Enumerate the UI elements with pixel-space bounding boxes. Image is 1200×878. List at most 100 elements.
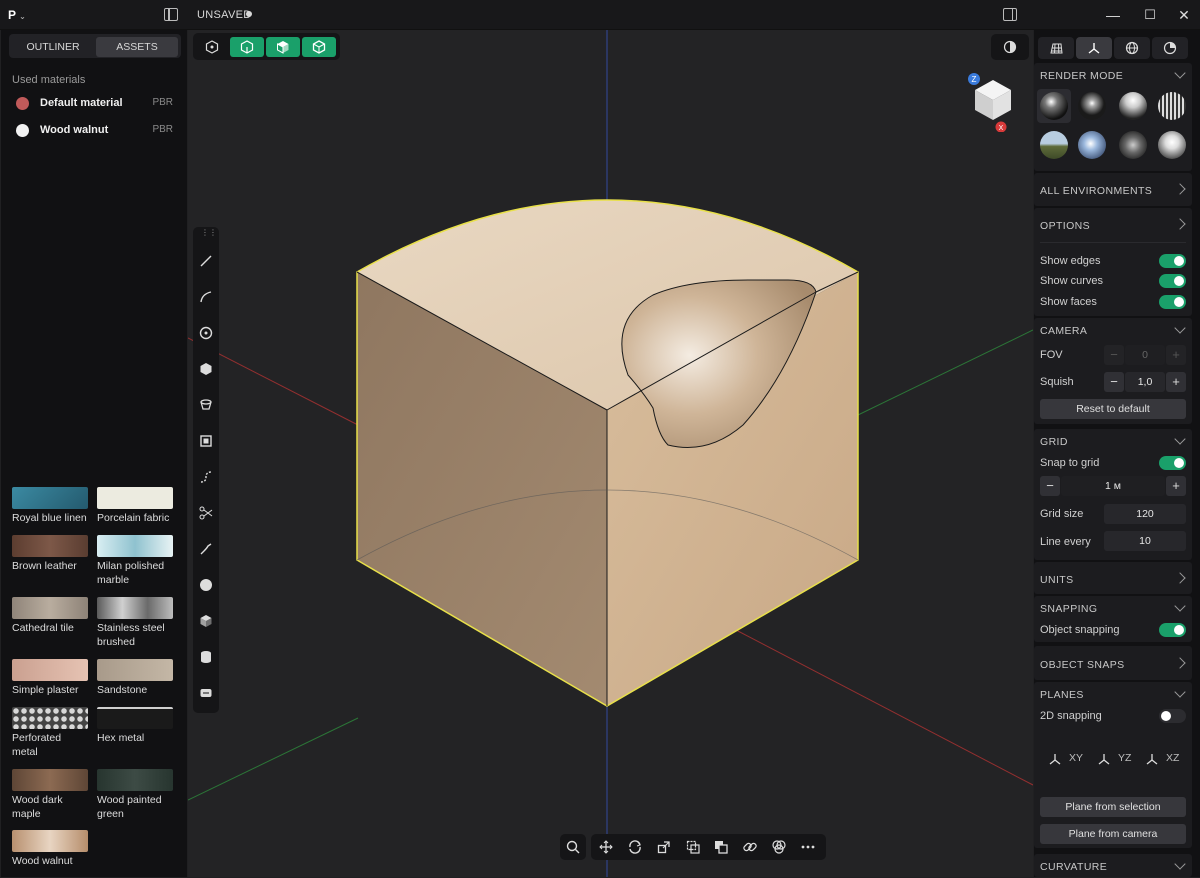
chevron-down-icon[interactable]	[1174, 686, 1186, 698]
close-window-button[interactable]: ✕	[1174, 6, 1194, 24]
yz-plane-icon[interactable]	[1097, 752, 1111, 766]
more-icon[interactable]	[800, 839, 816, 855]
asset-tile[interactable]: Hex metal	[97, 707, 173, 746]
fov-decrement-button[interactable]: −	[1104, 345, 1124, 365]
polygon-tool-icon[interactable]	[198, 361, 214, 377]
env-preset-button[interactable]	[1119, 92, 1147, 120]
units-row[interactable]: UNITS	[1034, 562, 1192, 594]
point-select-button[interactable]	[195, 37, 229, 57]
edge-select-button[interactable]	[230, 37, 264, 57]
asset-tile[interactable]: Perforated metal	[12, 707, 88, 759]
chevron-down-icon[interactable]	[1174, 67, 1186, 79]
tab-material[interactable]	[1152, 37, 1188, 59]
box-tool-icon[interactable]	[198, 613, 214, 629]
used-material-row[interactable]: Default material PBR	[12, 94, 177, 114]
grid-step-field[interactable]: 1 м	[1061, 476, 1165, 496]
duplicate-icon[interactable]	[685, 839, 701, 855]
asset-tile[interactable]: Sandstone	[97, 659, 173, 698]
group-icon[interactable]	[713, 839, 729, 855]
toggle-right-panel-icon[interactable]	[1003, 8, 1017, 21]
maximize-button[interactable]: ☐	[1140, 6, 1160, 24]
tab-grid-settings[interactable]	[1038, 37, 1074, 59]
scale-icon[interactable]	[656, 839, 672, 855]
env-preset-button[interactable]	[1158, 131, 1186, 159]
link-icon[interactable]	[742, 839, 758, 855]
rotate-icon[interactable]	[627, 839, 643, 855]
grid-step-decrement-button[interactable]: −	[1040, 476, 1060, 496]
drag-handle-icon[interactable]: ⋮⋮	[201, 229, 217, 237]
view-cube[interactable]: Z X	[967, 72, 1019, 132]
chevron-right-icon[interactable]	[1174, 218, 1186, 230]
search-icon[interactable]	[565, 839, 581, 855]
asset-tile[interactable]: Wood walnut	[12, 830, 88, 869]
xy-plane-label[interactable]: XY	[1069, 752, 1083, 764]
2d-snapping-toggle[interactable]	[1159, 709, 1186, 723]
show-curves-toggle[interactable]	[1159, 274, 1186, 288]
toggle-left-panel-icon[interactable]	[164, 8, 178, 21]
face-select-button[interactable]	[266, 37, 300, 57]
used-material-row[interactable]: Wood walnut PBR	[12, 121, 177, 141]
fov-increment-button[interactable]: +	[1166, 345, 1186, 365]
tab-assets[interactable]: ASSETS	[96, 37, 178, 57]
object-select-button[interactable]	[302, 37, 336, 57]
reset-camera-button[interactable]: Reset to default	[1040, 399, 1186, 419]
extrude-tool-icon[interactable]	[198, 397, 214, 413]
xy-plane-icon[interactable]	[1048, 752, 1062, 766]
xz-plane-icon[interactable]	[1145, 752, 1159, 766]
squish-field[interactable]: 1,0	[1125, 372, 1165, 392]
asset-tile[interactable]: Cathedral tile	[12, 597, 88, 636]
asset-tile[interactable]: Wood dark maple	[12, 769, 88, 821]
chevron-down-icon[interactable]	[1174, 433, 1186, 445]
3d-viewport[interactable]: Z X ⋮⋮	[188, 30, 1033, 877]
env-preset-button[interactable]	[1040, 131, 1068, 159]
snap-to-grid-toggle[interactable]	[1159, 456, 1186, 470]
env-preset-button[interactable]	[1078, 92, 1106, 120]
sweep-tool-icon[interactable]	[198, 469, 214, 485]
asset-tile[interactable]: Simple plaster	[12, 659, 88, 698]
env-preset-button[interactable]	[1078, 131, 1106, 159]
object-snaps-row[interactable]: OBJECT SNAPS	[1034, 646, 1192, 680]
split-tool-icon[interactable]	[198, 505, 214, 521]
asset-tile[interactable]: Milan polished marble	[97, 535, 173, 587]
tab-axes[interactable]	[1076, 37, 1112, 59]
sphere-tool-icon[interactable]	[198, 577, 214, 593]
fov-field[interactable]: 0	[1125, 345, 1165, 365]
show-edges-toggle[interactable]	[1159, 254, 1186, 268]
yz-plane-label[interactable]: YZ	[1118, 752, 1131, 764]
curve-tool-icon[interactable]	[198, 289, 214, 305]
chevron-down-icon[interactable]	[1174, 600, 1186, 612]
minimize-button[interactable]: —	[1103, 6, 1123, 24]
grid-step-increment-button[interactable]: +	[1166, 476, 1186, 496]
asset-tile[interactable]: Porcelain fabric	[97, 487, 173, 526]
all-environments-row[interactable]: ALL ENVIRONMENTS	[1034, 173, 1192, 206]
render-style-button[interactable]	[991, 34, 1029, 60]
plane-from-camera-button[interactable]: Plane from camera	[1040, 824, 1186, 844]
asset-tile[interactable]: Stainless steel brushed	[97, 597, 173, 649]
asset-tile[interactable]: Royal blue linen	[12, 487, 88, 526]
offset-tool-icon[interactable]	[198, 433, 214, 449]
xz-plane-label[interactable]: XZ	[1166, 752, 1179, 764]
tab-object[interactable]	[1114, 37, 1150, 59]
asset-tile[interactable]: Brown leather	[12, 535, 88, 574]
env-preset-button[interactable]	[1119, 131, 1147, 159]
line-every-field[interactable]: 10	[1104, 531, 1186, 551]
move-icon[interactable]	[598, 839, 614, 855]
text-tool-icon[interactable]	[198, 685, 214, 701]
line-tool-icon[interactable]	[198, 253, 214, 269]
fillet-tool-icon[interactable]	[198, 541, 214, 557]
squish-decrement-button[interactable]: −	[1104, 372, 1124, 392]
squish-increment-button[interactable]: +	[1166, 372, 1186, 392]
asset-tile[interactable]: Wood painted green	[97, 769, 173, 821]
cylinder-tool-icon[interactable]	[198, 649, 214, 665]
object-snapping-toggle[interactable]	[1159, 623, 1186, 637]
plane-from-selection-button[interactable]: Plane from selection	[1040, 797, 1186, 817]
chevron-down-icon[interactable]	[1174, 858, 1186, 870]
tab-outliner[interactable]: OUTLINER	[12, 37, 94, 57]
env-preset-button[interactable]	[1158, 92, 1186, 120]
app-menu-button[interactable]: P ⌄	[8, 8, 36, 22]
grid-size-field[interactable]: 120	[1104, 504, 1186, 524]
show-faces-toggle[interactable]	[1159, 295, 1186, 309]
chevron-down-icon[interactable]	[1174, 322, 1186, 334]
circle-tool-icon[interactable]	[198, 325, 214, 341]
boolean-icon[interactable]	[771, 839, 787, 855]
